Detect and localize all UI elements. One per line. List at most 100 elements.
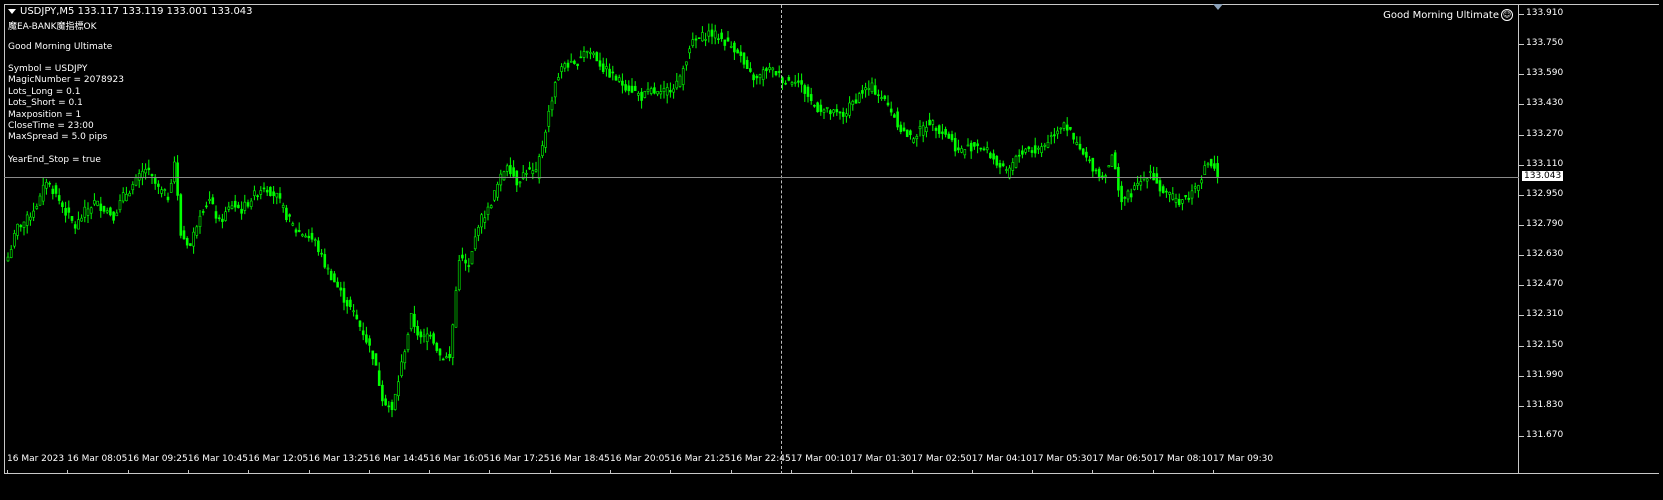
candle [733,40,736,61]
candle-body [777,71,781,73]
price-tick-label: 132.950 [1526,188,1564,199]
candle [240,201,243,220]
candle [189,243,192,247]
candle-body [659,91,663,95]
candle [515,170,519,193]
candle-body [438,348,442,356]
candle-body [1021,150,1024,155]
candle [77,211,80,230]
candle-body [710,29,714,37]
candle [6,252,10,262]
candle-body [857,93,861,103]
candle [873,78,877,96]
candle [675,73,679,90]
candle-body [1097,168,1101,178]
candle [605,58,608,77]
candle-body [413,313,416,327]
candle [547,105,551,133]
candle [1206,161,1210,168]
candle [1014,154,1018,169]
candle [777,65,781,78]
candle [512,160,515,179]
candle [710,23,714,45]
candle-body [51,188,55,194]
candle-body [125,193,128,202]
candle-body [1024,148,1027,153]
candle-body [797,80,800,83]
candle [70,216,74,224]
candle-body [688,48,691,54]
candle [29,212,32,226]
candle-body [1149,171,1152,173]
price-tick-mark [1519,285,1524,287]
candle [1209,158,1213,169]
candle [35,203,39,210]
candle-body [937,125,941,134]
candle [960,145,963,154]
candle [579,50,583,59]
candle-body [368,338,371,346]
candle-body [678,75,682,87]
candle-body [67,207,71,213]
candle [502,170,506,181]
candle-body [800,80,803,85]
candle-body [557,77,560,81]
candle-body [742,52,746,65]
candle-body [233,200,237,208]
candle-body [422,334,426,338]
candle [697,37,701,40]
candle-body [765,68,768,72]
candle [390,399,394,418]
candle-body [355,314,359,320]
candle [387,401,391,413]
candle-body [461,254,464,259]
price-tick-label: 133.750 [1526,38,1564,49]
candle-body [358,320,362,327]
candle-body [720,32,723,39]
time-tick-label: 16 Mar 22:45 [730,454,791,464]
candle [729,41,733,49]
candle [38,193,42,206]
candle-body [403,351,407,364]
candle [569,53,573,63]
candle [883,94,887,101]
price-tick-mark [1519,345,1524,347]
candle [67,200,71,219]
candle [86,202,90,223]
candle [329,268,333,281]
candle-body [134,177,138,186]
candle-body [512,167,515,177]
candle-body [25,214,29,226]
candle-body [307,235,311,239]
candle-body [249,200,253,207]
candle-body [86,208,90,216]
candle-body [774,71,778,76]
candle-body [630,85,634,93]
candle [429,331,432,340]
candle [192,227,195,254]
candle [339,281,343,297]
candle [662,80,666,99]
candle-body [835,109,839,113]
chart-window[interactable]: USDJPY,M5 133.117 133.119 133.001 133.04… [0,0,1663,500]
candle [739,45,743,63]
price-tick-mark [1519,194,1524,196]
candle [944,126,947,138]
candle-body [195,226,199,236]
candle-body [675,80,679,89]
candle-body [109,207,112,216]
candle [169,178,173,193]
candle-body [35,206,39,209]
candle [393,393,397,411]
candle-body [573,60,576,64]
time-tick-label: 16 Mar 20:05 [610,454,671,464]
candle [886,95,890,107]
candle-body [221,218,224,222]
candle [445,352,448,359]
candle [208,191,211,204]
candle [848,96,851,119]
candle-body [646,88,650,92]
candle-body [637,93,640,96]
candle-body [627,85,631,92]
candle [409,313,413,332]
